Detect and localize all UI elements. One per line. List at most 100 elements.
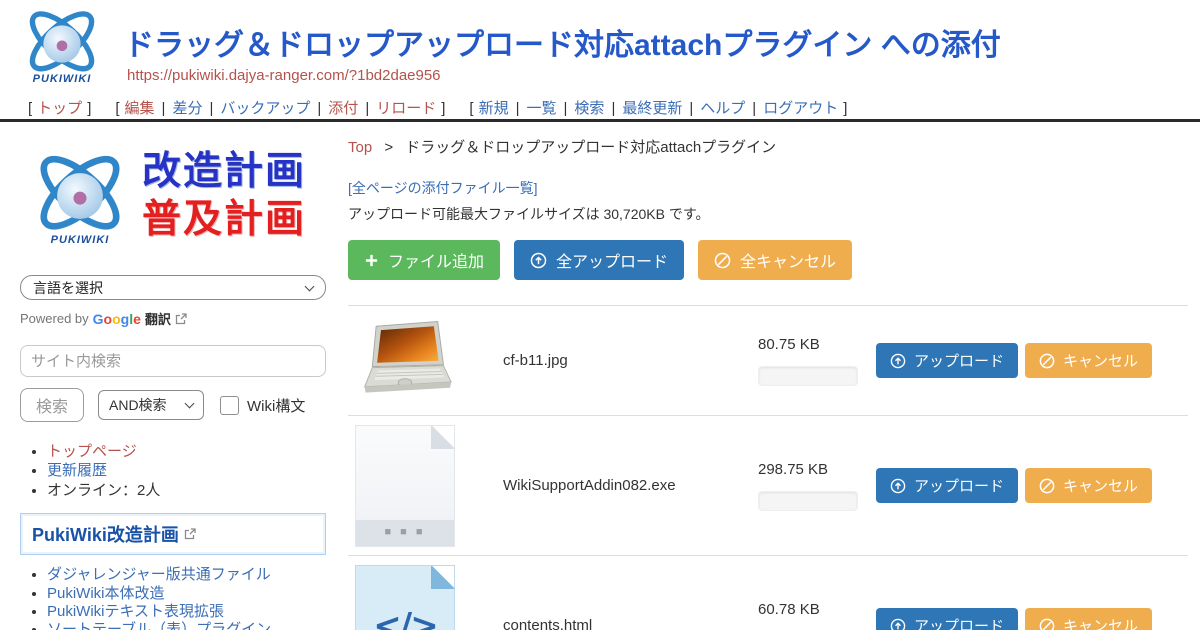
sidebar: PUKIWIKI 改造計画 普及計画 言語を選択 Powered by Goog…	[20, 132, 332, 630]
breadcrumb: Top > ドラッグ＆ドロップアップロード対応attachプラグイン	[348, 132, 1188, 157]
ban-icon	[1039, 353, 1055, 369]
pukiwiki-page: PUKIWIKI ドラッグ＆ドロップアップロード対応attachプラグイン への…	[0, 0, 1200, 630]
upload-toolbar: ファイル追加 全アップロード 全キャンセル	[348, 240, 1188, 280]
wiki-nav-bar: [ トップ] [ 編集 | 差分 | バックアップ | 添付 | リロード] [ 新規 | 一覧 | 検索 | 最終更…	[16, 97, 859, 118]
file-size: 298.75 KB	[758, 461, 876, 478]
ban-icon	[714, 252, 731, 269]
list-item: オンライン：2人	[47, 482, 332, 499]
sidebar-link[interactable]: ダジャレンジャー版共通ファイル	[47, 566, 271, 583]
nav-separator: |	[611, 100, 615, 117]
list-item: トップページ	[47, 443, 332, 460]
chevron-down-icon	[305, 281, 315, 291]
and-search-select[interactable]: AND検索	[98, 390, 204, 420]
cancel-button[interactable]: キャンセル	[1025, 608, 1152, 630]
nav-separator: |	[689, 100, 693, 117]
laptop-photo-thumbnail	[355, 317, 455, 399]
nav-separator: [	[115, 100, 119, 117]
upload-all-button[interactable]: 全アップロード	[514, 240, 684, 280]
sidebar-link[interactable]: PukiWikiテキスト表現拡張	[47, 603, 224, 620]
nav-separator: |	[752, 100, 756, 117]
file-name: cf-b11.jpg	[503, 352, 758, 369]
upload-circle-icon	[890, 353, 906, 369]
nav-link[interactable]: 差分	[172, 100, 202, 117]
language-select[interactable]: 言語を選択	[20, 275, 326, 300]
cancel-all-button[interactable]: 全キャンセル	[698, 240, 852, 280]
upload-circle-icon	[890, 618, 906, 630]
nav-separator: ]	[441, 100, 445, 117]
nav-link[interactable]: 一覧	[527, 100, 557, 117]
sidebar-plugin-links: ダジャレンジャー版共通ファイル PukiWiki本体改造PukiWikiテキスト表…	[20, 566, 332, 630]
cancel-button[interactable]: キャンセル	[1025, 468, 1152, 503]
file-size: 60.78 KB	[758, 601, 876, 618]
pukiwiki-site-logo[interactable]: PUKIWIKI	[16, 4, 108, 85]
progress-bar	[758, 366, 858, 386]
nav-separator: |	[162, 100, 166, 117]
nav-link[interactable]: 検索	[574, 100, 604, 117]
nav-link[interactable]: ログアウト	[763, 100, 838, 117]
code-file-icon: </>	[355, 565, 455, 630]
upload-button[interactable]: アップロード	[876, 468, 1018, 503]
nav-separator: ]	[843, 100, 847, 117]
nav-link[interactable]: 編集	[125, 100, 155, 117]
sidebar-link[interactable]: 更新履歴	[47, 462, 107, 479]
google-letter: o	[112, 311, 121, 327]
nav-link[interactable]: ヘルプ	[700, 100, 745, 117]
file-row: </> contents.html 60.78 KB アップロード	[348, 555, 1188, 630]
and-search-value: AND検索	[109, 395, 167, 415]
nav-separator: [	[469, 100, 473, 117]
nav-link[interactable]: 添付	[328, 100, 358, 117]
page-title: ドラッグ＆ドロップアップロード対応attachプラグイン への添付	[124, 20, 1001, 64]
page-url-link[interactable]: https://pukiwiki.dajya-ranger.com/?1bd2d…	[127, 67, 441, 84]
chevron-down-icon	[185, 399, 195, 409]
google-wordmark: Google	[93, 311, 141, 327]
nav-separator: |	[516, 100, 520, 117]
nav-separator: |	[365, 100, 369, 117]
nav-separator: ]	[87, 100, 91, 117]
sidebar-link[interactable]: トップページ	[47, 443, 137, 460]
nav-link[interactable]: バックアップ	[220, 100, 310, 117]
nav-link[interactable]: 最終更新	[622, 100, 682, 117]
main-content: Top > ドラッグ＆ドロップアップロード対応attachプラグイン [全ページ…	[348, 132, 1188, 630]
nav-separator: |	[209, 100, 213, 117]
upload-button[interactable]: アップロード	[876, 343, 1018, 378]
sidebar-quick-links: トップページ更新履歴オンライン：2人	[20, 443, 332, 499]
attach-file-list-link[interactable]: [全ページの添付ファイル一覧]	[348, 178, 538, 198]
sidebar-link[interactable]: ソートテーブル（表）プラグイン	[47, 621, 271, 630]
generic-file-icon: ■ ■ ■	[355, 425, 455, 547]
upload-circle-icon	[890, 478, 906, 494]
powered-by-label: Powered by	[20, 311, 89, 326]
google-letter: g	[121, 311, 130, 327]
text-item: オンライン：2人	[47, 482, 160, 499]
nav-separator: |	[317, 100, 321, 117]
upload-circle-icon	[530, 252, 547, 269]
nav-separator: [	[28, 100, 32, 117]
nav-link[interactable]: 新規	[479, 100, 509, 117]
list-item: ソートテーブル（表）プラグイン	[47, 621, 332, 630]
external-link-icon	[184, 528, 196, 540]
search-button[interactable]: 検索	[20, 388, 84, 422]
nav-link[interactable]: リロード	[376, 100, 436, 117]
atom-icon	[17, 4, 107, 84]
ellipsis-dots: ■ ■ ■	[384, 527, 425, 538]
file-size: 80.75 KB	[758, 336, 876, 353]
add-file-button[interactable]: ファイル追加	[348, 240, 500, 280]
wiki-syntax-checkbox[interactable]	[220, 396, 239, 415]
google-letter: G	[93, 311, 104, 327]
translate-link[interactable]: 翻訳	[145, 309, 171, 328]
cancel-button[interactable]: キャンセル	[1025, 343, 1152, 378]
site-search-input[interactable]	[20, 345, 326, 377]
search-controls: 検索 AND検索 Wiki構文	[20, 388, 332, 422]
list-item: PukiWiki本体改造	[47, 585, 332, 602]
banner-slogan: 改造計画 普及計画	[142, 148, 306, 243]
breadcrumb-separator: >	[384, 139, 393, 156]
sidebar-heading-link[interactable]: PukiWiki改造計画	[20, 513, 326, 555]
ban-icon	[1039, 478, 1055, 494]
nav-link[interactable]: トップ	[37, 100, 82, 117]
code-glyph: </>	[373, 606, 436, 630]
breadcrumb-top-link[interactable]: Top	[348, 139, 372, 156]
file-list: cf-b11.jpg 80.75 KB アップロード	[348, 305, 1188, 630]
sidebar-link[interactable]: PukiWiki本体改造	[47, 585, 165, 602]
list-item: ダジャレンジャー版共通ファイル	[47, 566, 332, 583]
upload-button[interactable]: アップロード	[876, 608, 1018, 630]
sidebar-banner-logo[interactable]: PUKIWIKI 改造計画 普及計画	[20, 132, 332, 260]
